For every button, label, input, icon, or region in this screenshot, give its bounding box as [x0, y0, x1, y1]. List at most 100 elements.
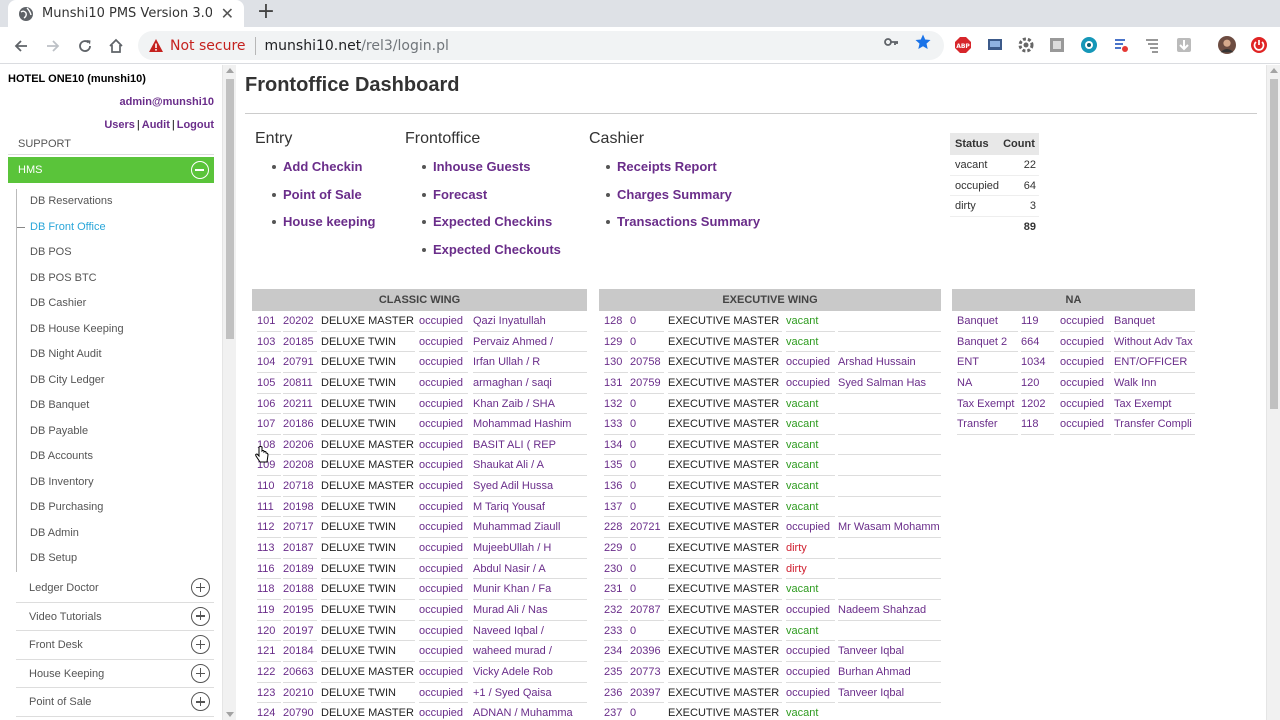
table-row[interactable]: 113 20187 DELUXE TWIN occupied MujeebUllah /…	[252, 538, 587, 559]
room-number[interactable]: 116	[257, 559, 281, 580]
table-row[interactable]: 232 20787 EXECUTIVE MASTER occupied Nadeem S…	[599, 600, 941, 621]
room-number[interactable]: 123	[257, 683, 281, 704]
table-row[interactable]: 233 0 EXECUTIVE MASTER vacant	[599, 621, 941, 642]
room-number[interactable]: 122	[257, 662, 281, 683]
guest-name[interactable]: Tanveer Iqbal	[838, 683, 941, 704]
table-row[interactable]: 116 20189 DELUXE TWIN occupied Abdul Nasir /…	[252, 559, 587, 580]
sidebar-item-db-city-ledger[interactable]: DB City Ledger	[17, 368, 214, 394]
room-number[interactable]: 107	[257, 414, 281, 435]
guest-name[interactable]: Qazi Inyatullah	[473, 311, 587, 332]
folio-number[interactable]: 20790	[283, 703, 317, 720]
sidebar-item-db-pos-btc[interactable]: DB POS BTC	[17, 266, 214, 292]
room-number[interactable]: 119	[257, 600, 281, 621]
browser-tab[interactable]: Munshi10 PMS Version 3.0 ✕	[8, 0, 244, 27]
image-extension-icon[interactable]	[1048, 36, 1066, 54]
close-tab-icon[interactable]: ✕	[221, 4, 234, 23]
scrollbar-thumb[interactable]	[1270, 79, 1278, 409]
guest-name[interactable]: Vicky Adele Rob	[473, 662, 587, 683]
guest-name[interactable]	[838, 621, 941, 642]
sidebar-section-point-of-sale[interactable]: Point of Sale	[16, 688, 214, 717]
table-row[interactable]: 131 20759 EXECUTIVE MASTER occupied Syed Sal…	[599, 373, 941, 394]
add-checkin-link[interactable]: Add Checkin	[271, 159, 375, 187]
audit-link[interactable]: Audit	[142, 119, 170, 131]
table-row[interactable]: 101 20202 DELUXE MASTER occupied Qazi Inyatu…	[252, 311, 587, 332]
account-name[interactable]: Transfer	[957, 414, 1018, 435]
settings-gear-icon[interactable]	[1017, 36, 1035, 54]
room-number[interactable]: 133	[604, 414, 628, 435]
guest-name[interactable]: Mohammad Hashim	[473, 414, 587, 435]
guest-name[interactable]	[838, 538, 941, 559]
guest-name[interactable]: Syed Adil Hussa	[473, 476, 587, 497]
room-number[interactable]: 128	[604, 311, 628, 332]
folio-number[interactable]: 20397	[630, 683, 664, 704]
main-scrollbar[interactable]	[1266, 65, 1280, 720]
guest-name[interactable]: Syed Salman Has	[838, 373, 941, 394]
users-link[interactable]: Users	[104, 119, 135, 131]
sidebar-section-house-keeping[interactable]: House Keeping	[16, 660, 214, 689]
reload-icon[interactable]	[74, 35, 96, 57]
folio-number[interactable]: 20197	[283, 621, 317, 642]
transactions-summary-link[interactable]: Transactions Summary	[605, 214, 760, 242]
forecast-link[interactable]: Forecast	[422, 187, 561, 215]
tag-extension-icon[interactable]	[1112, 36, 1130, 54]
folio-number[interactable]: 0	[630, 332, 664, 353]
folio-number[interactable]: 20791	[283, 352, 317, 373]
folio-number[interactable]: 20202	[283, 311, 317, 332]
folio-number[interactable]: 664	[1021, 332, 1054, 353]
new-tab-button[interactable]: +	[254, 0, 278, 27]
scroll-up-arrow-icon[interactable]	[1270, 68, 1278, 73]
receipts-report-link[interactable]: Receipts Report	[605, 159, 760, 187]
url-text[interactable]: munshi10.net/rel3/login.pl	[265, 38, 449, 54]
table-row[interactable]: Banquet 2 664 occupied Without Adv Tax	[952, 332, 1195, 353]
folio-number[interactable]: 118	[1021, 414, 1054, 435]
table-row[interactable]: 129 0 EXECUTIVE MASTER vacant	[599, 332, 941, 353]
table-row[interactable]: 128 0 EXECUTIVE MASTER vacant	[599, 311, 941, 332]
room-number[interactable]: 132	[604, 394, 628, 415]
guest-name[interactable]: armaghan / saqi	[473, 373, 587, 394]
folio-number[interactable]: 20773	[630, 662, 664, 683]
account-name[interactable]: Tax Exempt	[957, 394, 1018, 415]
folio-number[interactable]: 20195	[283, 600, 317, 621]
hms-menu-header[interactable]: HMS	[8, 157, 214, 183]
table-row[interactable]: NA 120 occupied Walk Inn	[952, 373, 1195, 394]
table-row[interactable]: 134 0 EXECUTIVE MASTER vacant	[599, 435, 941, 456]
folio-number[interactable]: 0	[630, 579, 664, 600]
key-icon[interactable]	[882, 33, 900, 51]
folio-number[interactable]: 20210	[283, 683, 317, 704]
guest-name[interactable]	[838, 311, 941, 332]
room-number[interactable]: 112	[257, 517, 281, 539]
folio-number[interactable]: 0	[630, 476, 664, 497]
folio-number[interactable]: 20187	[283, 538, 317, 559]
folio-number[interactable]: 0	[630, 538, 664, 559]
folio-number[interactable]: 20188	[283, 579, 317, 600]
sidebar-scrollbar[interactable]	[222, 65, 236, 720]
screen-extension-icon[interactable]	[986, 36, 1004, 54]
sidebar-item-db-accounts[interactable]: DB Accounts	[17, 444, 214, 470]
folio-number[interactable]: 20189	[283, 559, 317, 580]
expand-plus-icon[interactable]	[191, 635, 210, 655]
guest-name[interactable]: Banquet	[1114, 311, 1195, 332]
house-keeping-link[interactable]: House keeping	[271, 214, 375, 242]
table-row[interactable]: 120 20197 DELUXE TWIN occupied Naveed Iqbal …	[252, 621, 587, 642]
guest-name[interactable]	[838, 579, 941, 600]
guest-name[interactable]: Irfan Ullah / R	[473, 352, 587, 373]
guest-name[interactable]: Transfer Compli	[1114, 414, 1195, 435]
folio-number[interactable]: 20811	[283, 373, 317, 394]
sidebar-item-db-banquet[interactable]: DB Banquet	[17, 393, 214, 419]
folio-number[interactable]: 120	[1021, 373, 1054, 394]
bookmark-star-icon[interactable]	[914, 33, 932, 51]
account-name[interactable]: Banquet 2	[957, 332, 1018, 353]
room-number[interactable]: 113	[257, 538, 281, 559]
table-row[interactable]: 228 20721 EXECUTIVE MASTER occupied Mr Wasam…	[599, 517, 941, 539]
room-number[interactable]: 130	[604, 352, 628, 373]
room-number[interactable]: 136	[604, 476, 628, 497]
room-number[interactable]: 104	[257, 352, 281, 373]
guest-name[interactable]: +1 / Syed Qaisa	[473, 683, 587, 704]
guest-name[interactable]: Mr Wasam Mohamm	[838, 517, 941, 539]
folio-number[interactable]: 119	[1021, 311, 1054, 332]
guest-name[interactable]: Munir Khan / Fa	[473, 579, 587, 600]
table-row[interactable]: 236 20397 EXECUTIVE MASTER occupied Tanveer …	[599, 683, 941, 704]
folio-number[interactable]: 20663	[283, 662, 317, 683]
account-name[interactable]: ENT	[957, 352, 1018, 373]
expand-plus-icon[interactable]	[191, 606, 210, 626]
